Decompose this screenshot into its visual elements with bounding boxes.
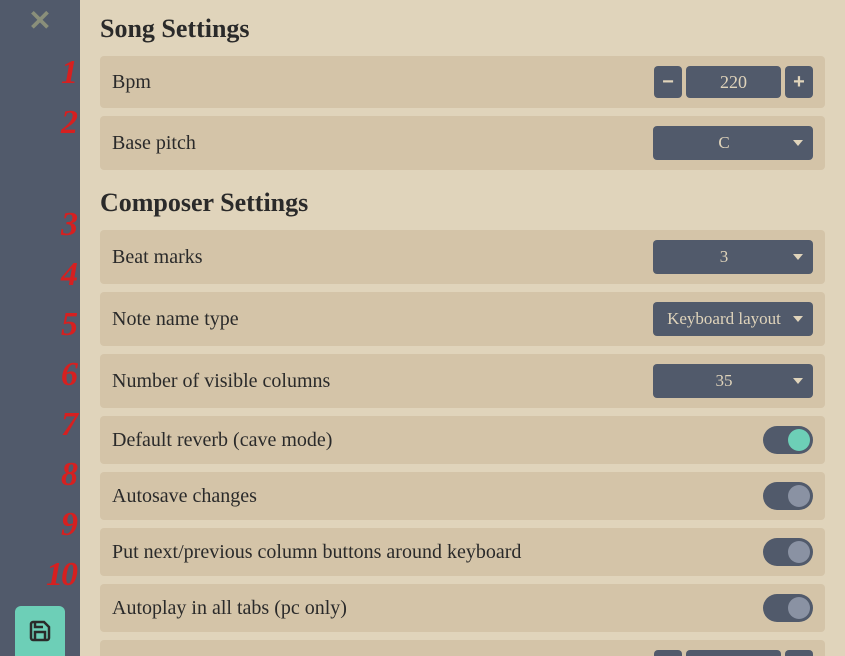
annotation-10: 10 — [46, 558, 76, 592]
autoplay-tabs-label: Autoplay in all tabs (pc only) — [112, 597, 347, 620]
visible-columns-row: Number of visible columns 35 — [100, 354, 825, 408]
note-name-type-select[interactable]: Keyboard layout — [653, 302, 813, 336]
bpm-increase-button[interactable]: + — [785, 66, 813, 98]
lookahead-decrease-button[interactable]: − — [654, 650, 682, 656]
autoplay-tabs-row: Autoplay in all tabs (pc only) — [100, 584, 825, 632]
base-pitch-select[interactable]: C — [653, 126, 813, 160]
annotation-4: 4 — [61, 258, 76, 292]
annotation-2: 2 — [61, 106, 76, 140]
beat-marks-select[interactable]: 3 — [653, 240, 813, 274]
annotation-7: 7 — [61, 408, 76, 442]
visible-columns-select[interactable]: 35 — [653, 364, 813, 398]
column-buttons-row: Put next/previous column buttons around … — [100, 528, 825, 576]
lookahead-stepper: − + — [654, 650, 813, 656]
composer-settings-title: Composer Settings — [100, 188, 825, 218]
annotation-6: 6 — [61, 358, 76, 392]
song-settings-title: Song Settings — [100, 14, 825, 44]
beat-marks-row: Beat marks 3 — [100, 230, 825, 284]
close-icon[interactable]: ✕ — [28, 8, 51, 36]
bpm-decrease-button[interactable]: − — [654, 66, 682, 98]
autoplay-tabs-toggle[interactable] — [763, 594, 813, 622]
column-buttons-toggle[interactable] — [763, 538, 813, 566]
annotation-9: 9 — [61, 508, 76, 542]
visible-columns-label: Number of visible columns — [112, 370, 330, 393]
save-icon — [28, 619, 52, 643]
bpm-row: Bpm − + — [100, 56, 825, 108]
default-reverb-toggle[interactable] — [763, 426, 813, 454]
autosave-row: Autosave changes — [100, 472, 825, 520]
lookahead-increase-button[interactable]: + — [785, 650, 813, 656]
annotation-8: 8 — [61, 458, 76, 492]
save-button[interactable] — [15, 606, 65, 656]
note-name-type-label: Note name type — [112, 308, 239, 331]
content: Song Settings Bpm − + Base pitch C Compo… — [80, 0, 845, 656]
lookahead-input[interactable] — [686, 650, 781, 656]
default-reverb-row: Default reverb (cave mode) — [100, 416, 825, 464]
annotation-1: 1 — [61, 56, 76, 90]
base-pitch-label: Base pitch — [112, 132, 196, 155]
sidebar: ✕ 1 2 3 4 5 6 7 8 9 10 — [0, 0, 80, 656]
autosave-label: Autosave changes — [112, 485, 257, 508]
bpm-input[interactable] — [686, 66, 781, 98]
lookahead-row: Lookahead time − + — [100, 640, 825, 656]
autosave-toggle[interactable] — [763, 482, 813, 510]
default-reverb-label: Default reverb (cave mode) — [112, 429, 332, 452]
bpm-label: Bpm — [112, 71, 151, 94]
beat-marks-label: Beat marks — [112, 246, 203, 269]
bpm-stepper: − + — [654, 66, 813, 98]
annotation-5: 5 — [61, 308, 76, 342]
base-pitch-row: Base pitch C — [100, 116, 825, 170]
annotation-3: 3 — [61, 208, 76, 242]
column-buttons-label: Put next/previous column buttons around … — [112, 541, 521, 564]
note-name-type-row: Note name type Keyboard layout — [100, 292, 825, 346]
